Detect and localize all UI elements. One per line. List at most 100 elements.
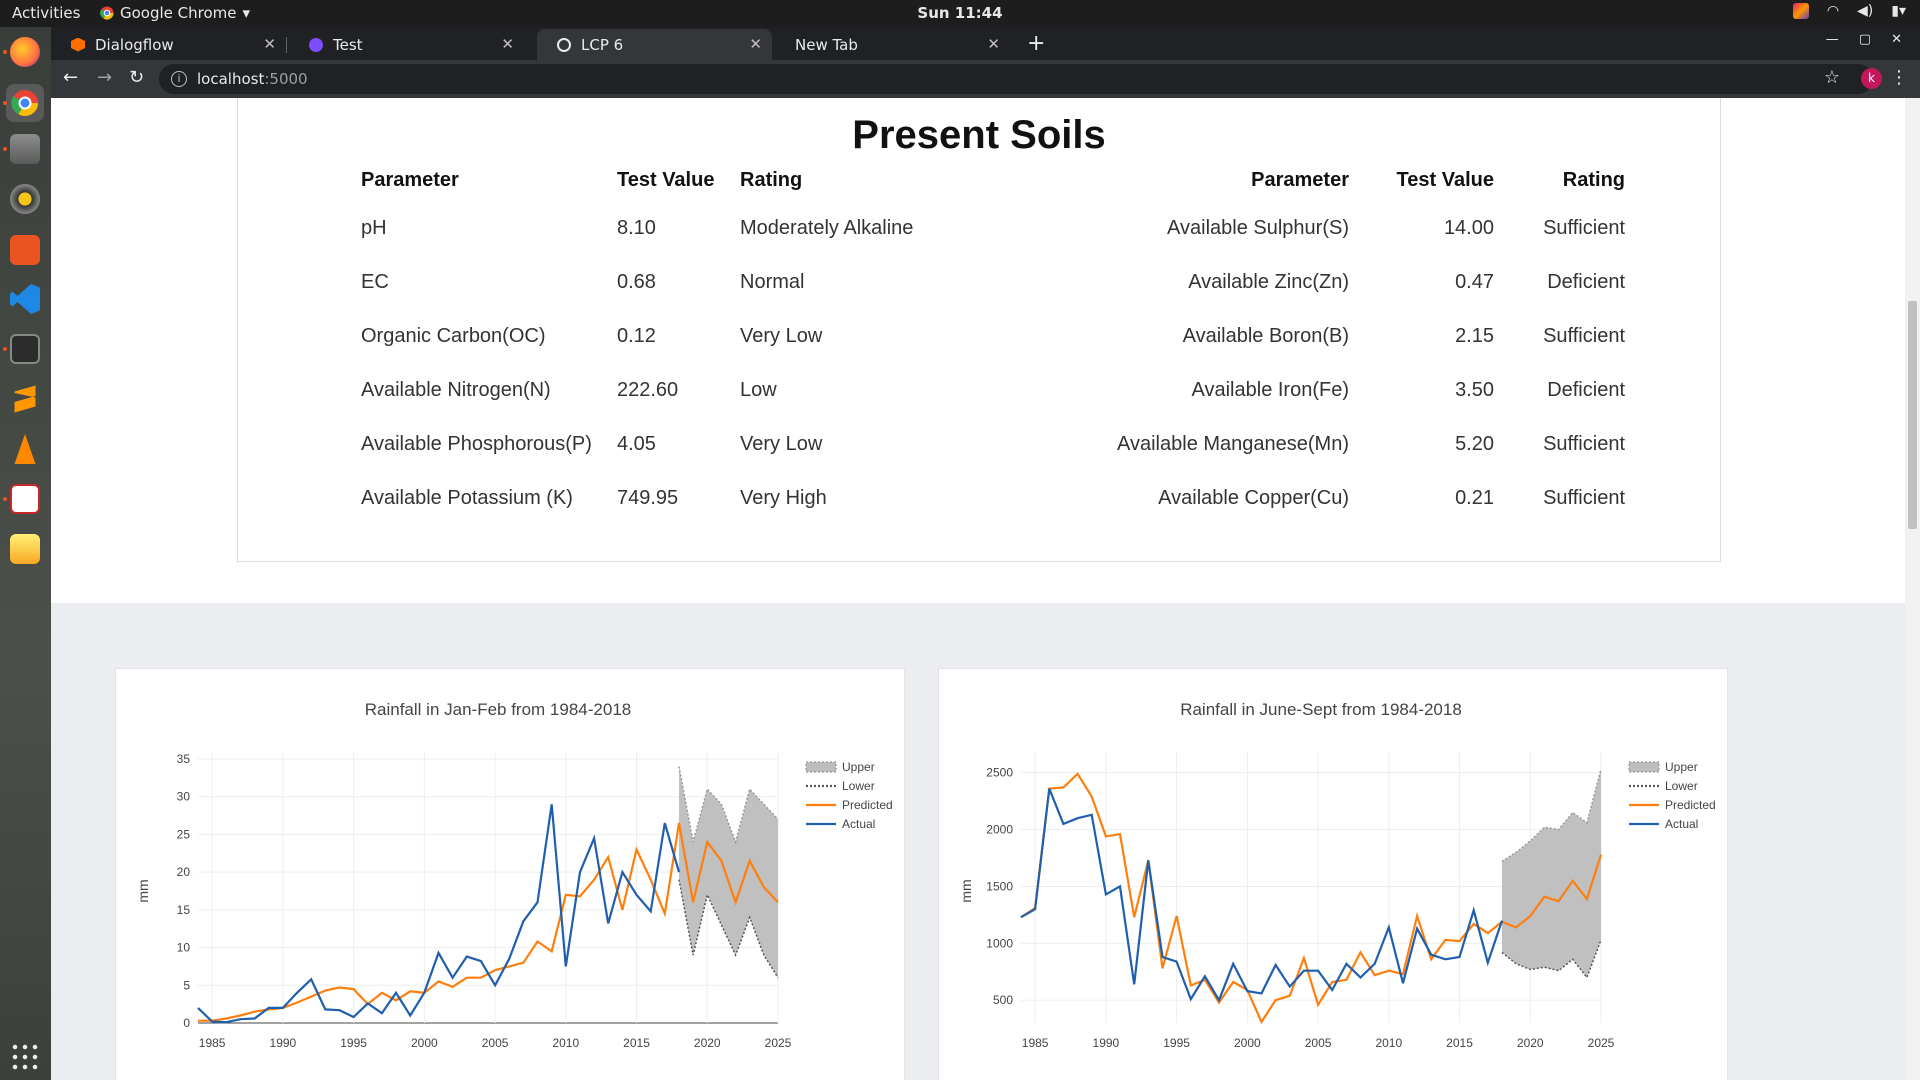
- globe-icon: [557, 37, 571, 52]
- wifi-icon[interactable]: ◠: [1827, 3, 1839, 19]
- close-window-icon[interactable]: ✕: [1891, 32, 1902, 47]
- value-cell: 5.20: [1455, 432, 1494, 455]
- table-row: Available Copper(Cu) 0.21 Sufficient: [1005, 471, 1625, 525]
- x-tick-label: 1990: [1093, 1036, 1120, 1050]
- x-tick-label: 2005: [482, 1036, 509, 1050]
- value-cell: 0.47: [1455, 270, 1494, 293]
- bookmark-star-icon[interactable]: ☆: [1824, 67, 1840, 88]
- volume-icon[interactable]: ◀): [1857, 3, 1873, 19]
- y-tick-label: 1000: [986, 936, 1013, 950]
- rainfall-jan-feb-card: Rainfall in Jan-Feb from 1984-2018 0 5 10 15…: [115, 668, 905, 1080]
- parameter-cell: Available Manganese(Mn): [1117, 432, 1349, 455]
- running-indicator: [3, 497, 7, 501]
- y-tick-label: 2000: [986, 823, 1013, 837]
- y-tick-label: 1500: [986, 879, 1013, 893]
- x-tick-label: 2000: [1234, 1036, 1261, 1050]
- value-cell: 3.50: [1455, 378, 1494, 401]
- y-tick-label: 0: [183, 1016, 190, 1030]
- rating-cell: Very Low: [740, 324, 823, 347]
- y-tick-label: 30: [177, 790, 191, 804]
- system-tray[interactable]: ◠ ◀) ▮▾: [1792, 3, 1906, 19]
- parameter-cell: Available Sulphur(S): [1167, 216, 1349, 239]
- tab-lcp6[interactable]: LCP 6 ✕: [537, 29, 772, 60]
- reload-icon[interactable]: ↻: [129, 67, 144, 88]
- firefox-icon[interactable]: [10, 37, 40, 67]
- profile-avatar[interactable]: k: [1861, 68, 1882, 89]
- column-header-parameter: Parameter: [361, 169, 459, 191]
- vlc-icon[interactable]: [14, 434, 36, 464]
- rainfall-jan-feb-chart[interactable]: Rainfall in Jan-Feb from 1984-2018 0 5 10 15…: [116, 669, 906, 1080]
- running-indicator: [3, 50, 7, 54]
- forward-icon[interactable]: →: [97, 67, 112, 88]
- y-tick-label: 500: [993, 993, 1013, 1007]
- parameter-cell: Available Copper(Cu): [1158, 486, 1349, 509]
- close-icon[interactable]: ✕: [501, 35, 514, 53]
- rating-cell: Sufficient: [1543, 432, 1625, 455]
- table-row: Available Zinc(Zn) 0.47 Deficient: [1005, 255, 1625, 309]
- url-host: localhost: [197, 70, 265, 88]
- minimize-icon[interactable]: —: [1826, 32, 1839, 47]
- text-editor-icon[interactable]: [10, 534, 40, 564]
- dock: [0, 27, 51, 1080]
- tab-new-tab[interactable]: New Tab ✕: [775, 29, 1010, 60]
- running-indicator: [3, 147, 7, 151]
- table-row: Available Sulphur(S) 14.00 Sufficient: [1005, 201, 1625, 255]
- maximize-icon[interactable]: ▢: [1859, 32, 1871, 47]
- browser-toolbar: ← → ↻ i localhost:5000 ☆ k ⋮: [51, 60, 1920, 98]
- battery-icon[interactable]: ▮▾: [1891, 3, 1906, 19]
- y-tick-label: 2500: [986, 766, 1013, 780]
- rating-cell: Sufficient: [1543, 324, 1625, 347]
- close-icon[interactable]: ✕: [987, 35, 1000, 53]
- terminal-icon[interactable]: [10, 334, 40, 364]
- libreoffice-impress-icon[interactable]: [10, 484, 40, 514]
- parameter-cell: pH: [361, 216, 387, 239]
- page-scrollbar[interactable]: [1905, 98, 1920, 1080]
- x-tick-label: 1990: [270, 1036, 297, 1050]
- confidence-band: [1501, 769, 1601, 978]
- address-bar[interactable]: i localhost:5000: [159, 64, 1873, 94]
- software-icon[interactable]: [10, 235, 40, 265]
- files-icon[interactable]: [10, 134, 40, 164]
- legend-label: Lower: [842, 779, 875, 793]
- tab-test[interactable]: Test ✕: [289, 29, 524, 60]
- x-tick-label: 2025: [765, 1036, 792, 1050]
- rating-cell: Deficient: [1547, 270, 1625, 293]
- close-icon[interactable]: ✕: [263, 35, 276, 53]
- rhythmbox-icon[interactable]: [10, 184, 40, 214]
- page-viewport: Present Soils Parameter Test Value Ratin…: [51, 98, 1920, 1080]
- color-picker-icon[interactable]: [1792, 3, 1809, 19]
- legend-label: Predicted: [842, 798, 893, 812]
- value-cell: 0.12: [617, 324, 656, 347]
- tab-dialogflow[interactable]: Dialogflow ✕: [51, 29, 287, 60]
- rainfall-june-sept-chart[interactable]: Rainfall in June-Sept from 1984-2018 500 1…: [939, 669, 1729, 1080]
- x-tick-label: 2000: [411, 1036, 438, 1050]
- tab-strip: Dialogflow ✕ Test ✕ LCP 6 ✕ New Tab ✕: [51, 27, 1920, 60]
- new-tab-button[interactable]: +: [1027, 31, 1045, 56]
- parameter-cell: Organic Carbon(OC): [361, 324, 546, 347]
- vscode-icon[interactable]: [10, 284, 40, 314]
- apps-grid-icon[interactable]: [10, 1042, 40, 1072]
- x-tick-label: 2020: [694, 1036, 721, 1050]
- legend-swatch: [805, 761, 837, 773]
- table-row: EC 0.68 Normal: [361, 255, 960, 309]
- table-row: Available Potassium (K) 749.95 Very High: [361, 471, 960, 525]
- parameter-cell: Available Zinc(Zn): [1188, 270, 1349, 293]
- clock[interactable]: Sun 11:44: [0, 4, 1920, 22]
- info-icon[interactable]: i: [171, 71, 187, 87]
- dialogflow-icon: [71, 37, 85, 52]
- more-menu-icon[interactable]: ⋮: [1890, 67, 1908, 88]
- confidence-band: [678, 766, 778, 978]
- legend-label: Actual: [1665, 817, 1698, 831]
- rainfall-june-sept-card: Rainfall in June-Sept from 1984-2018 500 1…: [938, 668, 1728, 1080]
- value-cell: 749.95: [617, 486, 679, 509]
- bot-icon: [309, 37, 323, 52]
- scrollbar-thumb[interactable]: [1908, 301, 1917, 529]
- close-icon[interactable]: ✕: [749, 35, 762, 53]
- table-row: Available Boron(B) 2.15 Sufficient: [1005, 309, 1625, 363]
- x-tick-label: 1985: [1022, 1036, 1049, 1050]
- sublime-icon[interactable]: [14, 385, 36, 413]
- parameter-cell: Available Iron(Fe): [1191, 378, 1349, 401]
- value-cell: 8.10: [617, 216, 656, 239]
- table-row: Available Iron(Fe) 3.50 Deficient: [1005, 363, 1625, 417]
- back-icon[interactable]: ←: [63, 67, 78, 88]
